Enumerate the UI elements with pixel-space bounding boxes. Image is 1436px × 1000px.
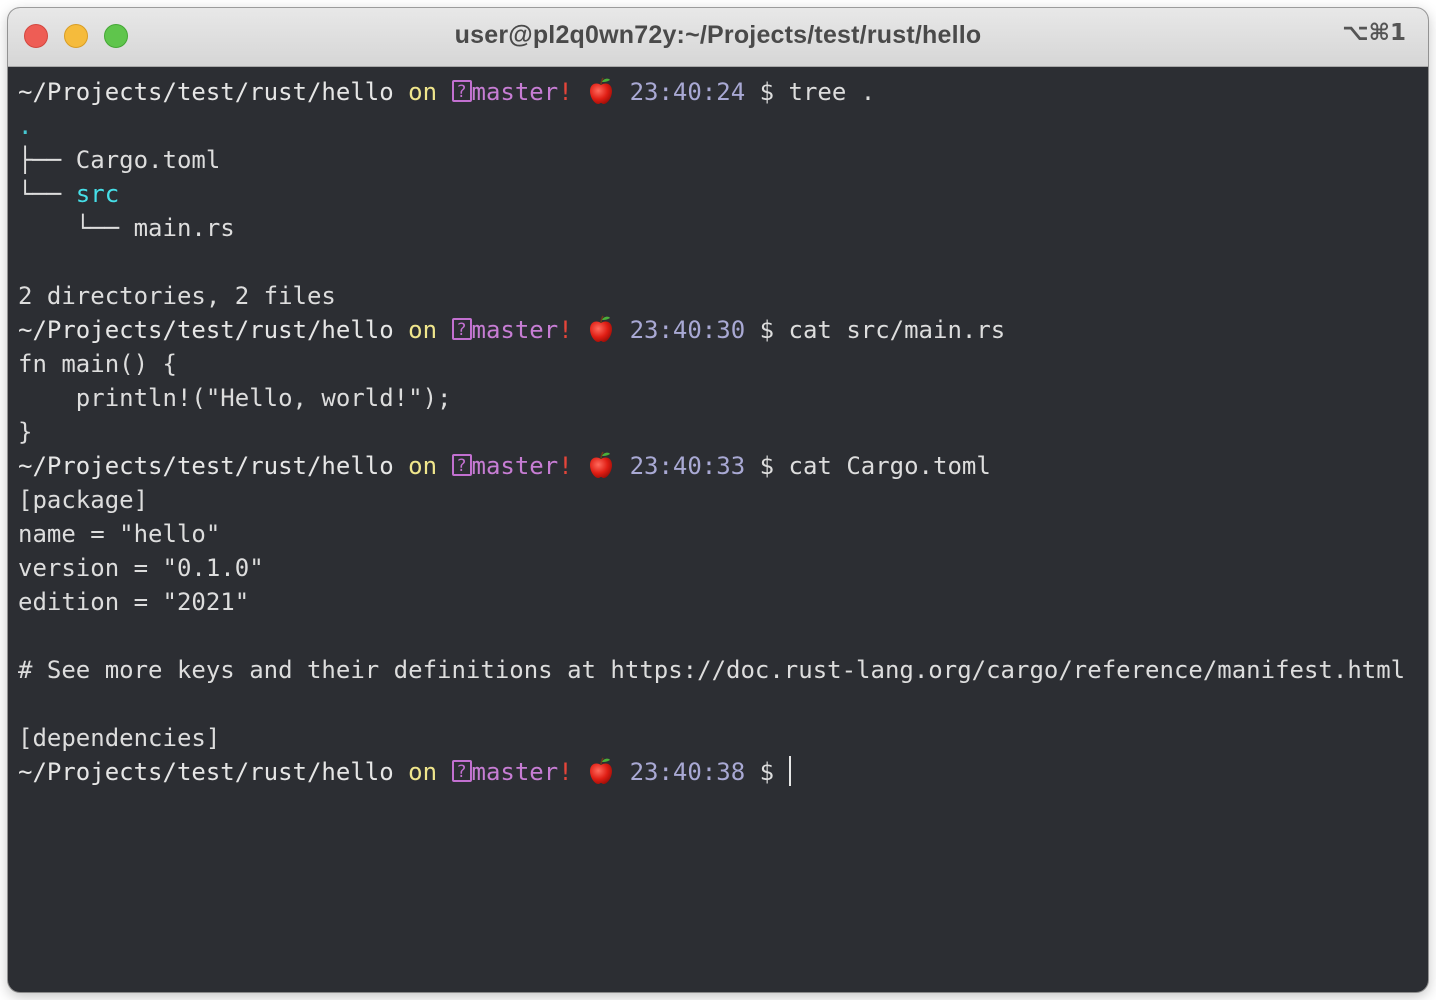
prompt-dollar: $: [759, 452, 775, 480]
tree-summary: 2 directories, 2 files: [18, 282, 336, 310]
apple-icon: [590, 757, 613, 784]
git-status-icon: ?: [451, 318, 472, 340]
apple-icon: [590, 451, 613, 478]
prompt-path: ~/Projects/test/rust/hello: [18, 78, 394, 106]
output-line: edition = "2021": [18, 588, 250, 616]
prompt-on: on: [408, 758, 438, 786]
git-branch: master: [471, 452, 559, 480]
tree-branch: └──: [18, 180, 76, 208]
prompt-path: ~/Projects/test/rust/hello: [18, 758, 394, 786]
git-branch: master: [471, 758, 559, 786]
git-dirty-marker: !: [558, 316, 573, 344]
git-dirty-marker: !: [558, 758, 573, 786]
tree-line: └── src: [18, 177, 1418, 211]
tree-root: .: [18, 112, 33, 140]
prompt-time: 23:40:24: [629, 78, 746, 106]
text-cursor: [788, 756, 791, 786]
git-status-icon: ?: [451, 80, 472, 102]
output-line: # See more keys and their definitions at…: [18, 656, 1406, 684]
tree-file: main.rs: [133, 214, 235, 242]
git-dirty-marker: !: [558, 78, 573, 106]
prompt-path: ~/Projects/test/rust/hello: [18, 316, 394, 344]
command-text: cat Cargo.toml: [788, 452, 991, 480]
output-line: [dependencies]: [18, 724, 221, 752]
output-line: fn main() {: [18, 350, 177, 378]
tree-branch: └──: [18, 214, 134, 242]
git-status-icon: ?: [451, 454, 472, 476]
prompt-line: ~/Projects/test/rust/hello on ? master! 2…: [18, 449, 1418, 483]
output-line: version = "0.1.0": [18, 554, 264, 582]
window-shortcut: ⌥⌘1: [1342, 20, 1406, 46]
tree-branch: ├──: [18, 146, 76, 174]
tree-directory: src: [75, 180, 120, 208]
prompt-time: 23:40:33: [629, 452, 746, 480]
output-line: [package]: [18, 486, 149, 514]
title-bar[interactable]: user@pl2q0wn72y:~/Projects/test/rust/hel…: [8, 8, 1428, 67]
git-branch: master: [471, 78, 559, 106]
window-title: user@pl2q0wn72y:~/Projects/test/rust/hel…: [454, 21, 982, 49]
command-text: tree .: [788, 78, 876, 106]
prompt-dollar: $: [759, 78, 775, 106]
prompt-dollar: $: [759, 758, 775, 786]
prompt-line-current[interactable]: ~/Projects/test/rust/hello on ? master! 2…: [18, 755, 1418, 789]
prompt-on: on: [408, 316, 438, 344]
tree-file: Cargo.toml: [75, 146, 221, 174]
apple-icon: [590, 315, 613, 342]
tree-line: └── main.rs: [18, 211, 1418, 245]
prompt-dollar: $: [759, 316, 775, 344]
prompt-time: 23:40:38: [629, 758, 746, 786]
prompt-time: 23:40:30: [629, 316, 746, 344]
git-status-icon: ?: [451, 760, 472, 782]
apple-icon: [590, 77, 613, 104]
terminal-content[interactable]: ~/Projects/test/rust/hello on ? master! 2…: [18, 75, 1418, 992]
prompt-line: ~/Projects/test/rust/hello on ? master! 2…: [18, 75, 1418, 109]
git-dirty-marker: !: [558, 452, 573, 480]
output-line: }: [18, 418, 33, 446]
prompt-line: ~/Projects/test/rust/hello on ? master! 2…: [18, 313, 1418, 347]
terminal-window: user@pl2q0wn72y:~/Projects/test/rust/hel…: [8, 8, 1428, 992]
git-branch: master: [471, 316, 559, 344]
prompt-on: on: [408, 78, 438, 106]
command-text: cat src/main.rs: [788, 316, 1006, 344]
output-line: println!("Hello, world!");: [18, 384, 452, 412]
prompt-on: on: [408, 452, 438, 480]
output-line: name = "hello": [18, 520, 221, 548]
prompt-path: ~/Projects/test/rust/hello: [18, 452, 394, 480]
tree-line: ├── Cargo.toml: [18, 143, 1418, 177]
